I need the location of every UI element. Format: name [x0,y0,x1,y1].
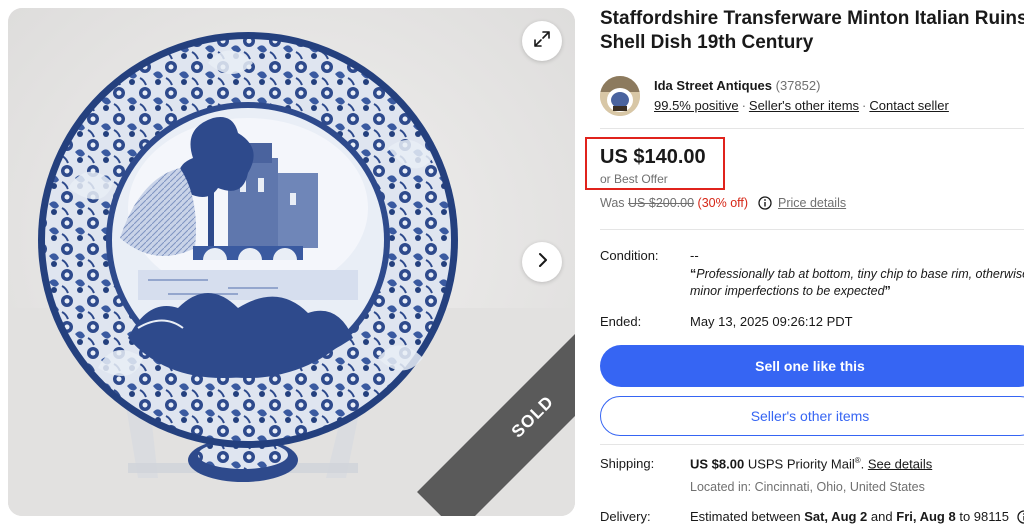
delivery-prefix: Estimated between [690,509,801,524]
separator: · [862,98,867,113]
sell-one-like-this-button[interactable]: Sell one like this [600,345,1024,387]
sellers-other-items-button[interactable]: Seller's other items [600,396,1024,436]
next-image-button[interactable] [522,242,562,282]
delivery-start: Sat, Aug 2 [804,509,868,524]
shipping-value: US $8.00 USPS Priority Mail®. See detail… [690,456,933,472]
item-location: Located in: Cincinnati, Ohio, United Sta… [690,480,925,494]
discount-percent: (30% off) [697,196,749,210]
seller-feedback-count[interactable]: (37852) [776,78,821,93]
separator: · [741,98,746,113]
condition-description-line2: minor imperfections to be expected” [690,283,1024,300]
best-offer-text: or Best Offer [600,172,668,186]
shipping-service: USPS Priority Mail [747,456,855,472]
item-details: Staffordshire Transferware Minton Italia… [585,0,1024,524]
see-details-link[interactable]: See details [868,456,932,471]
seller-name[interactable]: Ida Street Antiques [654,78,772,93]
divider [600,229,1024,230]
was-label: Was [600,196,625,210]
chevron-right-icon [533,251,551,274]
sold-ribbon-label: SOLD [507,391,558,442]
delivery-end: Fri, Aug 8 [896,509,956,524]
item-title: Staffordshire Transferware Minton Italia… [600,8,1024,53]
delivery-value: Estimated between Sat, Aug 2 and Fri, Au… [690,509,1024,524]
seller-positive-link[interactable]: 99.5% positive [654,98,739,113]
seller-other-items-link[interactable]: Seller's other items [749,98,859,113]
delivery-label: Delivery: [600,509,651,524]
condition-value: -- [690,248,699,263]
info-icon[interactable] [757,196,772,213]
condition-description: “Professionally tab at bottom, tiny chip… [690,266,1024,300]
contact-seller-link[interactable]: Contact seller [869,98,948,113]
ended-value: May 13, 2025 09:26:12 PDT [690,314,853,329]
seller-name-line: Ida Street Antiques (37852) [654,78,820,93]
seller-links: 99.5% positive · Seller's other items · Cont… [654,98,949,113]
was-price-line: Was US $200.00 (30% off) Price details [600,196,846,213]
divider [600,444,1024,445]
registered-mark: ® [854,456,861,465]
price: US $140.00 [600,146,706,168]
image-viewer[interactable]: SOLD [8,8,575,516]
condition-label: Condition: [600,248,659,263]
shipping-label: Shipping: [600,456,655,471]
price-details-link[interactable]: Price details [778,196,846,210]
divider [600,128,1024,129]
original-price: US $200.00 [628,196,695,210]
condition-text-2: minor imperfections to be expected [690,284,885,298]
delivery-and: and [870,509,893,524]
shipping-cost: US $8.00 [690,456,745,472]
condition-description-line1: “Professionally tab at bottom, tiny chip… [690,266,1024,283]
delivery-zip: to 98115 [959,509,1009,524]
close-quote: ” [884,284,891,298]
info-icon[interactable] [1016,510,1024,524]
ended-label: Ended: [600,314,642,329]
condition-text-1: Professionally tab at bottom, tiny chip … [696,267,1024,281]
expand-icon [532,29,552,54]
seller-card: Ida Street Antiques (37852) 99.5% positi… [600,76,1024,116]
seller-avatar[interactable] [600,76,640,116]
expand-button[interactable] [522,21,562,61]
